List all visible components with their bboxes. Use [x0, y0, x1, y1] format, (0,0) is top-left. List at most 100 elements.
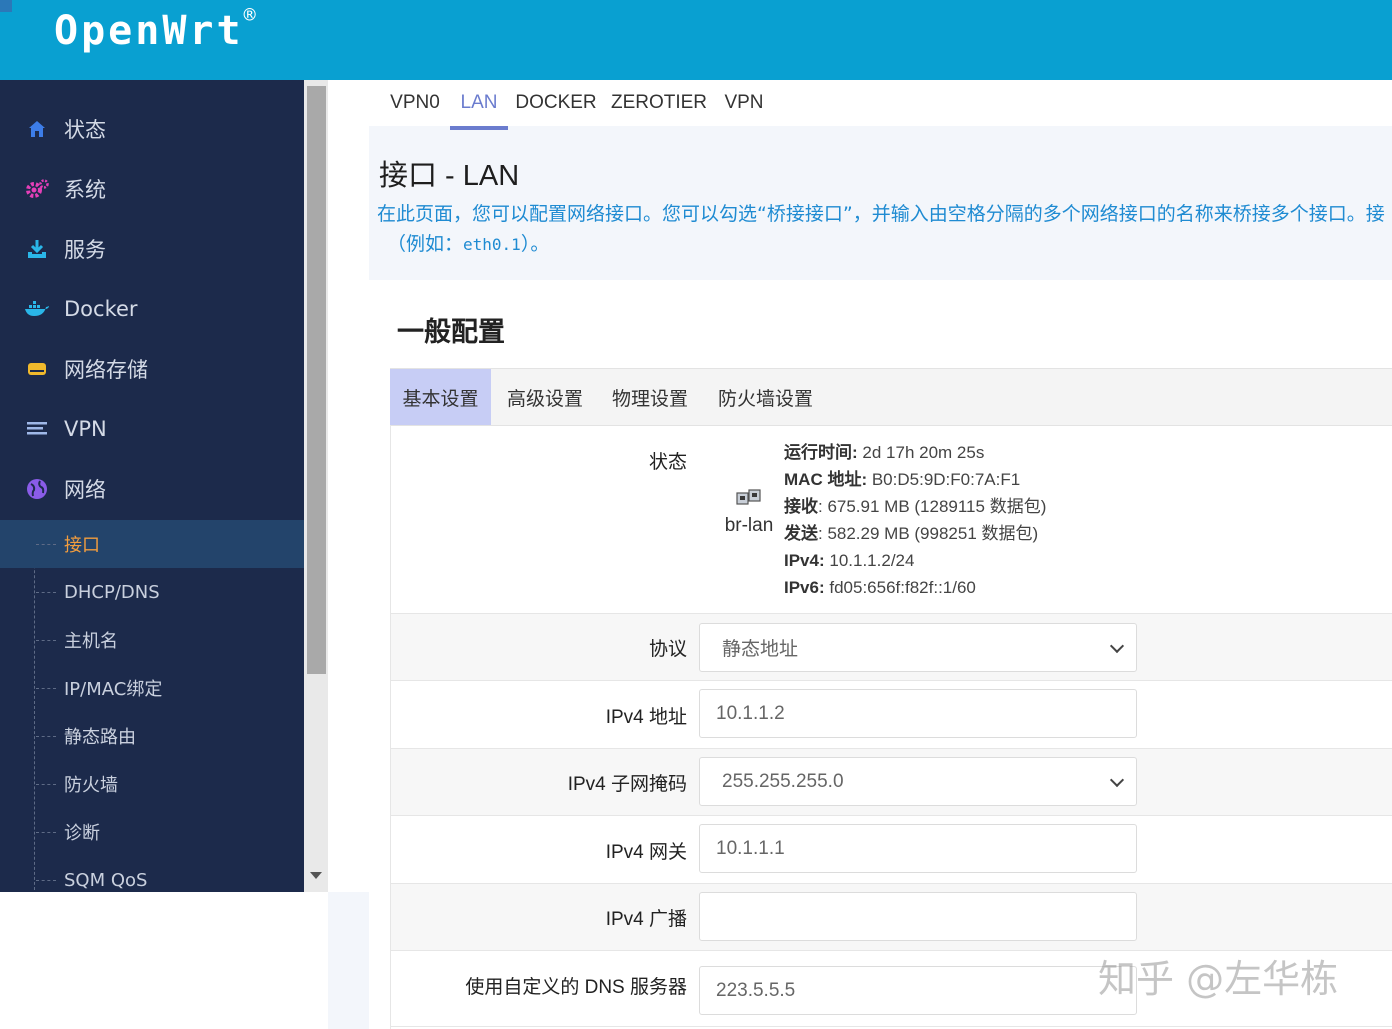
corner-mark	[0, 0, 12, 12]
submenu-label: IP/MAC绑定	[64, 679, 163, 700]
network-submenu: 接口 DHCP/DNS 主机名 IP/MAC绑定 静态路由 防火墙 诊断 SQM…	[0, 520, 304, 892]
sidebar-item-system[interactable]: 系统	[0, 159, 304, 219]
tab-basic-settings[interactable]: 基本设置	[390, 369, 491, 425]
tab-vpn[interactable]: VPN	[724, 80, 764, 126]
ipv4-address-input[interactable]: 10.1.1.2	[699, 689, 1137, 738]
mac-label: MAC 地址:	[784, 470, 868, 489]
sidebar-item-label: Docker	[64, 297, 138, 321]
sidebar-item-label: 状态	[64, 118, 106, 142]
list-icon	[24, 420, 50, 438]
dns-input[interactable]: 223.5.5.5	[699, 966, 1137, 1015]
sidebar-item-vpn[interactable]: VPN	[0, 399, 304, 459]
status-row: 状态 br-lan 运行时间: 2d 17h 20m 25s MAC 地址: B…	[391, 425, 1392, 614]
sidebar-item-label: 服务	[64, 238, 106, 262]
chevron-down-icon	[1109, 772, 1125, 788]
dns-label: 使用自定义的 DNS 服务器	[465, 977, 687, 998]
tab-lan[interactable]: LAN	[450, 80, 508, 130]
submenu-dash	[36, 880, 56, 881]
tab-docker[interactable]: DOCKER	[515, 80, 596, 126]
sidebar-scrollbar[interactable]	[304, 80, 328, 892]
ipv4-address-row: IPv4 地址 10.1.1.2	[391, 681, 1392, 749]
submenu-label: 主机名	[64, 631, 118, 652]
tab-advanced-settings[interactable]: 高级设置	[497, 369, 593, 425]
broadcast-input[interactable]	[699, 892, 1137, 941]
tab-physical-settings[interactable]: 物理设置	[602, 369, 698, 425]
brand-name: OpenWrt	[54, 8, 244, 54]
gateway-input[interactable]: 10.1.1.1	[699, 824, 1137, 873]
sidebar-item-services[interactable]: 服务	[0, 219, 304, 279]
status-label: 状态	[648, 452, 687, 473]
registered-mark: ®	[243, 2, 259, 27]
sidebar-item-status[interactable]: 状态	[0, 99, 304, 159]
submenu-dash	[36, 688, 56, 689]
submenu-item-ip-mac-binding[interactable]: IP/MAC绑定	[0, 664, 304, 712]
tx-value: : 582.29 MB (998251 数据包)	[818, 524, 1039, 543]
ipv4-address-value: 10.1.1.2	[716, 702, 785, 724]
sidebar-item-label: 网络存储	[64, 358, 148, 382]
mac-value: B0:D5:9D:F0:7A:F1	[871, 470, 1021, 489]
protocol-row: 协议 静态地址	[391, 614, 1392, 681]
home-icon	[24, 119, 50, 139]
gateway-label: IPv4 网关	[605, 842, 687, 863]
tab-zerotier[interactable]: ZEROTIER	[611, 80, 707, 126]
ipv6-value: fd05:656f:f82f::1/60	[829, 578, 976, 597]
scrollbar-thumb[interactable]	[307, 86, 326, 674]
submenu-item-diagnostics[interactable]: 诊断	[0, 808, 304, 856]
config-tabs: 基本设置 高级设置 物理设置 防火墙设置	[390, 368, 1392, 426]
netmask-label: IPv4 子网掩码	[567, 774, 687, 795]
submenu-item-interfaces[interactable]: 接口	[0, 520, 304, 568]
submenu-label: 防火墙	[64, 775, 118, 796]
description-code: eth0.1	[463, 235, 521, 254]
uptime-value: 2d 17h 20m 25s	[862, 443, 985, 462]
page-title: 接口 - LAN	[379, 160, 520, 192]
gears-icon	[24, 178, 50, 200]
download-icon	[24, 238, 50, 260]
sidebar-item-nas[interactable]: 网络存储	[0, 339, 304, 399]
dns-value: 223.5.5.5	[716, 979, 796, 1001]
submenu-item-hostnames[interactable]: 主机名	[0, 616, 304, 664]
storage-icon	[24, 360, 50, 378]
submenu-dash	[36, 832, 56, 833]
broadcast-row: IPv4 广播	[391, 884, 1392, 951]
submenu-item-static-routes[interactable]: 静态路由	[0, 712, 304, 760]
network-port-icon	[736, 489, 761, 505]
submenu-item-sqm-qos[interactable]: SQM QoS	[0, 856, 304, 892]
form-area: 状态 br-lan 运行时间: 2d 17h 20m 25s MAC 地址: B…	[390, 425, 1392, 1029]
rx-label: 接收	[784, 497, 818, 516]
submenu-dash	[36, 784, 56, 785]
uptime-label: 运行时间:	[784, 443, 858, 462]
netmask-row: IPv4 子网掩码 255.255.255.0	[391, 749, 1392, 816]
sidebar-item-network[interactable]: 网络	[0, 459, 304, 519]
sidebar-item-label: 网络	[64, 478, 106, 502]
scroll-down-arrow-icon[interactable]	[310, 872, 322, 879]
submenu-item-firewall[interactable]: 防火墙	[0, 760, 304, 808]
main-gutter	[328, 80, 369, 892]
ipv6-label: IPv6:	[784, 578, 825, 597]
interface-tabs: VPN0 LAN DOCKER ZEROTIER VPN	[369, 80, 1392, 130]
tx-label: 发送	[784, 524, 818, 543]
docker-whale-icon	[24, 300, 50, 318]
submenu-dash	[36, 592, 56, 593]
protocol-value: 静态地址	[722, 639, 799, 660]
protocol-label: 协议	[648, 639, 687, 660]
sidebar-item-docker[interactable]: Docker	[0, 279, 304, 339]
submenu-dash	[36, 640, 56, 641]
submenu-label: 诊断	[64, 823, 100, 844]
protocol-select[interactable]: 静态地址	[699, 623, 1137, 672]
netmask-select[interactable]: 255.255.255.0	[699, 757, 1137, 806]
status-details: 运行时间: 2d 17h 20m 25s MAC 地址: B0:D5:9D:F0…	[784, 439, 1046, 601]
tab-vpn0[interactable]: VPN0	[389, 80, 441, 126]
submenu-dash	[36, 736, 56, 737]
brand-logo[interactable]: OpenWrt®	[54, 3, 259, 54]
gateway-row: IPv4 网关 10.1.1.1	[391, 816, 1392, 884]
chevron-down-icon	[1109, 638, 1125, 654]
sidebar-item-label: VPN	[64, 417, 107, 441]
tab-firewall-settings[interactable]: 防火墙设置	[708, 369, 823, 425]
broadcast-label: IPv4 广播	[605, 909, 687, 930]
sidebar-item-label: 系统	[64, 178, 106, 202]
submenu-item-dhcp-dns[interactable]: DHCP/DNS	[0, 568, 304, 616]
submenu-label: DHCP/DNS	[64, 581, 160, 603]
description-suffix: ）。	[520, 233, 550, 255]
page-description: 在此页面，您可以配置网络接口。您可以勾选“桥接接口”，并输入由空格分隔的多个网络…	[377, 199, 1392, 260]
description-line-1: 在此页面，您可以配置网络接口。您可以勾选“桥接接口”，并输入由空格分隔的多个网络…	[377, 203, 1385, 225]
